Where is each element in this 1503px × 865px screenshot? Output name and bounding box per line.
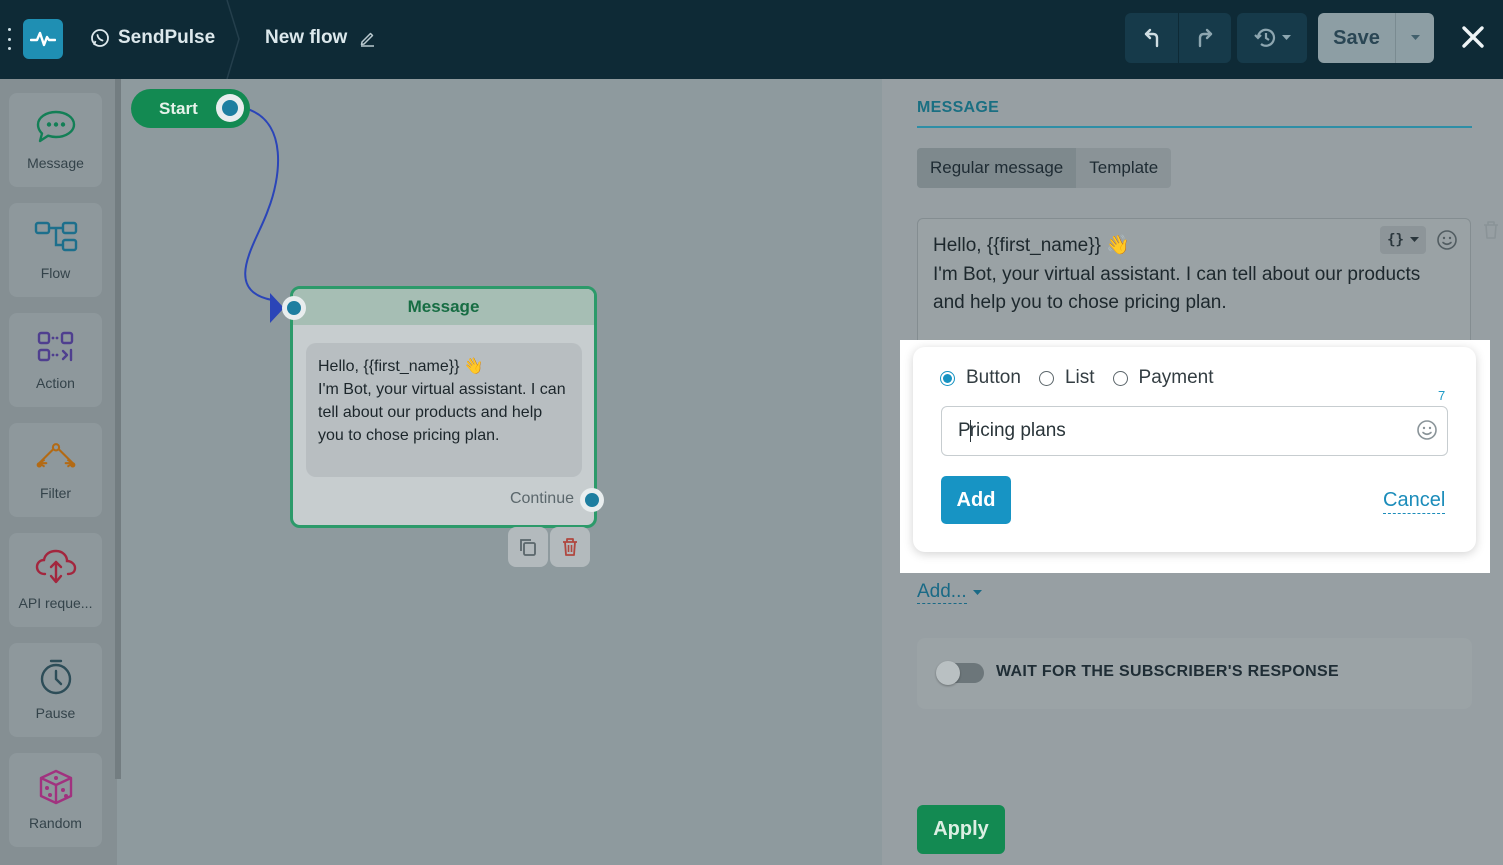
sidebar-item-label: Action [36,375,75,391]
history-button[interactable] [1237,13,1307,63]
sidebar-item-label: Flow [40,265,71,281]
sidebar-item-label: Message [27,155,84,171]
chevron-down-icon [1409,237,1419,242]
whatsapp-icon [91,29,109,47]
panel-title: MESSAGE [917,99,1000,116]
chevron-down-icon [1281,35,1291,40]
message-text: Hello, {{first_name}} 👋 I'm Bot, your vi… [933,235,1421,313]
flow-title[interactable]: New flow [265,27,376,49]
radio-payment[interactable]: Payment [1112,367,1214,389]
save-options-button[interactable] [1395,13,1434,63]
tab-regular-message[interactable]: Regular message [917,148,1077,188]
close-icon [1462,26,1484,48]
undo-icon [1144,28,1158,48]
delete-node-button[interactable] [550,527,590,567]
api-request-icon [35,549,76,584]
radio-button-label: Button [966,367,1021,388]
sidebar-item-message[interactable]: Message [9,93,102,187]
app-logo[interactable] [23,19,63,59]
apply-button[interactable]: Apply [917,805,1005,854]
sidebar-item-filter[interactable]: Filter [9,423,102,517]
copy-icon [520,539,536,556]
brand: SendPulse [90,27,215,49]
continue-output-port[interactable] [580,488,604,512]
undo-button[interactable] [1125,13,1178,63]
chevron-down-icon [972,589,982,595]
emoji-icon[interactable] [1436,229,1458,251]
chevron-down-icon [1410,35,1420,40]
message-node-text: Hello, {{first_name}} 👋 I'm Bot, your vi… [318,358,566,444]
sidebar-item-action[interactable]: Action [9,313,102,407]
breadcrumb-separator [226,0,240,79]
save-group: Save [1318,13,1434,63]
radio-list-label: List [1064,367,1095,388]
delete-message-icon[interactable] [1482,220,1500,240]
tab-template[interactable]: Template [1076,148,1171,188]
flow-title-text: New flow [265,27,348,48]
variable-braces-icon: {} [1387,232,1404,248]
char-counter: 7 [1438,388,1446,403]
start-label: Start [159,98,198,118]
button-text-input[interactable]: Pricing plans [941,406,1448,456]
sidebar-item-random[interactable]: Random [9,753,102,847]
radio-payment-label: Payment [1138,367,1214,388]
continue-label: Continue [509,490,574,507]
redo-icon [1198,28,1213,48]
brand-name: SendPulse [118,27,216,48]
history-icon [1253,28,1275,47]
cancel-link[interactable]: Cancel [1383,489,1446,514]
save-button[interactable]: Save [1318,13,1395,63]
wait-response-label: WAIT FOR THE SUBSCRIBER'S RESPONSE [996,663,1339,680]
sidebar-item-label: Random [29,815,82,831]
filter-icon [36,443,75,468]
edit-pencil-icon[interactable] [359,30,376,47]
redo-button[interactable] [1178,13,1231,63]
radio-button[interactable]: Button [940,367,1021,389]
message-type-tabs: Regular message Template [917,148,1172,188]
menu-kebab-icon[interactable] [6,28,12,50]
button-type-radio-group: Button List Payment [940,367,1232,389]
random-dice-icon [39,769,72,805]
trash-icon [563,538,577,556]
message-node[interactable]: Message Hello, {{first_name}} 👋 I'm Bot,… [290,286,597,528]
emoji-icon[interactable] [1416,419,1438,441]
duplicate-node-button[interactable] [508,527,548,567]
message-node-bubble: Hello, {{first_name}} 👋 I'm Bot, your vi… [306,343,582,477]
message-icon [36,110,75,143]
sidebar-item-pause[interactable]: Pause [9,643,102,737]
message-input-port[interactable] [282,296,306,320]
input-text-after-caret: ricing plans [969,420,1066,441]
sidebar-item-api-request[interactable]: API reque... [9,533,102,627]
radio-list[interactable]: List [1038,367,1095,389]
flow-icon [34,221,77,252]
close-button[interactable] [1456,20,1490,54]
sidebar-item-label: API reque... [18,595,93,611]
sidebar-item-label: Pause [35,705,76,721]
insert-variable-button[interactable]: {} [1380,226,1426,254]
panel-title-underline [917,126,1472,128]
sidebar-item-flow[interactable]: Flow [9,203,102,297]
add-dropdown-label: Add... [917,581,967,604]
wait-response-toggle[interactable] [936,661,984,685]
message-node-title: Message [293,289,594,325]
add-dropdown[interactable]: Add... [917,581,982,604]
add-button[interactable]: Add [941,476,1011,524]
undo-redo-group [1125,13,1231,63]
sidebar-item-label: Filter [39,485,72,501]
pause-clock-icon [40,659,71,695]
start-output-port[interactable] [216,94,244,122]
history-group [1237,13,1307,63]
action-icon [37,331,73,362]
